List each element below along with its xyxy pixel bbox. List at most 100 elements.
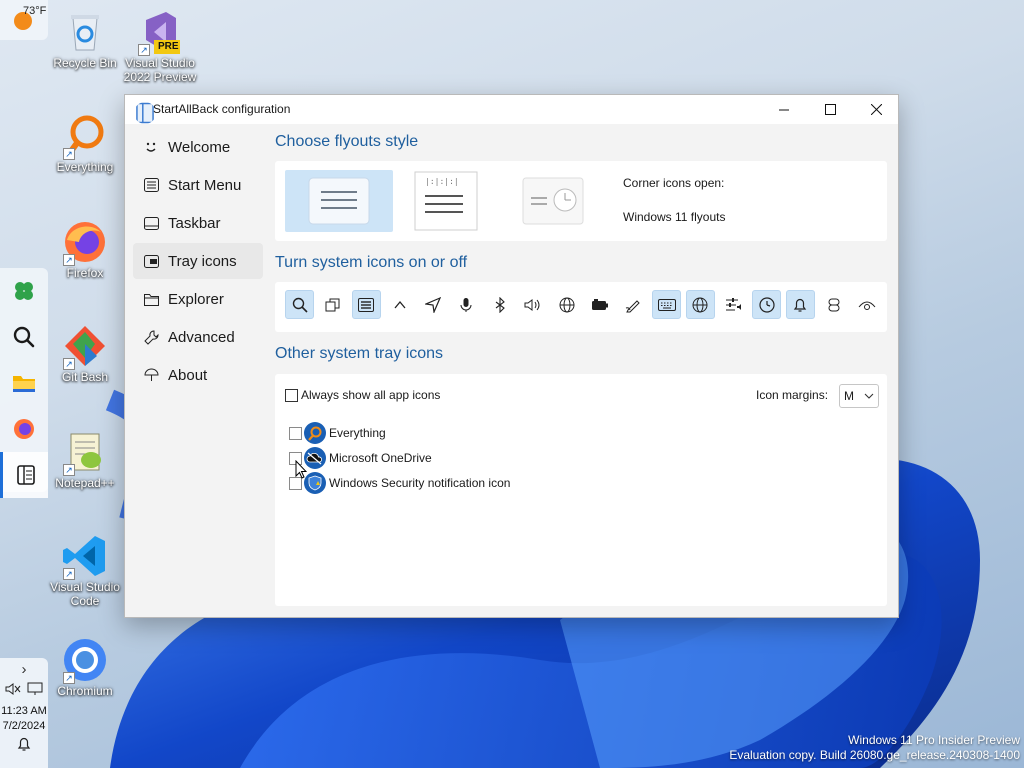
tray-app-row-everything[interactable]: Everything — [289, 422, 386, 444]
task-view-icon — [325, 298, 340, 311]
flyouts-heading: Choose flyouts style — [275, 133, 419, 150]
desktop-icon-firefox[interactable]: ↗ Firefox — [45, 218, 125, 280]
desktop-icon-label: Visual Studio 2022 Preview — [123, 56, 197, 84]
watermark-edition: Windows 11 Pro Insider Preview — [848, 733, 1020, 747]
toggle-task-view[interactable] — [318, 290, 347, 319]
desktop-icon-label: Notepad++ — [55, 476, 115, 490]
desktop-icon-label: Firefox — [66, 266, 104, 280]
firefox-icon: ↗ — [61, 218, 109, 266]
nav-item-tray-icons[interactable]: Tray icons — [133, 243, 263, 279]
flyout-style-windows10[interactable]: |:|:|:| — [393, 170, 501, 232]
flyout-preview-windows7-icon — [522, 177, 584, 225]
maximize-button[interactable] — [807, 95, 853, 124]
watermark-build: Evaluation copy. Build 26080.ge_release.… — [729, 748, 1020, 762]
file-explorer-button[interactable] — [0, 360, 48, 406]
desktop-icon-vscode[interactable]: ↗ Visual Studio Code — [45, 532, 125, 608]
minimize-button[interactable] — [761, 95, 807, 124]
desktop-icon-git-bash[interactable]: ↗ Git Bash — [45, 322, 125, 384]
umbrella-icon — [143, 367, 159, 383]
always-show-label: Always show all app icons — [301, 388, 441, 402]
flyout-style-windows11[interactable] — [285, 170, 393, 232]
toggle-battery[interactable] — [586, 290, 615, 319]
notification-bell-icon[interactable] — [16, 736, 32, 752]
desktop-icon-label: Visual Studio Code — [50, 580, 120, 608]
nav-item-taskbar[interactable]: Taskbar — [133, 205, 263, 241]
mouse-cursor-icon — [295, 460, 307, 479]
nav-item-label: Tray icons — [168, 252, 237, 270]
window-title: StartAllBack configuration — [153, 102, 291, 116]
nav-item-start-menu[interactable]: Start Menu — [133, 167, 263, 203]
flyout-style-windows7[interactable] — [501, 170, 609, 232]
toggle-microphone[interactable] — [452, 290, 481, 319]
flyout-preview-windows11-icon — [308, 177, 370, 225]
icon-margins-label: Icon margins: — [756, 388, 829, 402]
toggle-touch-keyboard[interactable] — [652, 290, 682, 319]
system-icons-panel — [275, 282, 887, 332]
close-button[interactable] — [853, 95, 899, 124]
keyboard-icon — [657, 298, 676, 311]
weather-widget[interactable]: 73°F — [0, 0, 48, 40]
tray-icon — [143, 253, 159, 269]
nav-item-welcome[interactable]: Welcome — [133, 129, 263, 165]
toggle-bluetooth[interactable] — [485, 290, 514, 319]
show-hidden-icons-chevron[interactable]: › — [0, 661, 48, 678]
widgets-icon — [358, 297, 375, 312]
title-bar[interactable]: StartAllBack configuration — [125, 95, 898, 124]
nav-item-label: Welcome — [168, 138, 231, 156]
corner-icons-value: Windows 11 flyouts — [623, 210, 726, 224]
toggle-widgets[interactable] — [351, 290, 381, 319]
toggle-clock[interactable] — [752, 290, 782, 319]
clock-date[interactable]: 7/2/2024 — [0, 720, 48, 732]
toggle-search[interactable] — [285, 290, 314, 319]
startallback-icon — [16, 465, 35, 485]
firefox-icon — [14, 419, 34, 439]
startallback-config-window: StartAllBack configuration Welcome Start… — [124, 94, 899, 618]
startallback-taskbar-button[interactable] — [0, 452, 48, 498]
desktop-icon-label: Git Bash — [61, 370, 109, 384]
toggle-network[interactable] — [552, 290, 581, 319]
toggle-eye[interactable] — [853, 290, 882, 319]
location-arrow-icon — [425, 296, 442, 313]
toggle-copilot[interactable] — [819, 290, 848, 319]
toggle-notifications[interactable] — [785, 290, 815, 319]
icon-margins-select[interactable]: M — [839, 384, 879, 408]
shortcut-arrow-icon: ↗ — [63, 568, 75, 580]
smiley-icon — [143, 139, 159, 155]
desktop-icon-chromium[interactable]: ↗ Chromium — [45, 636, 125, 698]
close-icon — [870, 104, 882, 115]
toggle-volume[interactable] — [519, 290, 548, 319]
toggle-pen[interactable] — [619, 290, 648, 319]
nav-item-about[interactable]: About — [133, 357, 263, 393]
toggle-overflow-chevron[interactable] — [385, 290, 414, 319]
folder-icon — [13, 376, 35, 392]
git-bash-icon: ↗ — [61, 322, 109, 370]
tray-app-checkbox[interactable] — [289, 426, 302, 440]
toggle-location[interactable] — [419, 290, 448, 319]
bluetooth-icon — [495, 296, 505, 313]
desktop-icon-visual-studio[interactable]: ↗ PRE Visual Studio 2022 Preview — [120, 8, 200, 84]
always-show-checkbox[interactable] — [285, 388, 298, 402]
toggle-language[interactable] — [685, 290, 715, 319]
desktop-icon-label: Everything — [56, 160, 114, 174]
tray-app-row-windows-security[interactable]: Windows Security notification icon — [289, 472, 510, 494]
everything-icon: ↗ — [61, 112, 109, 160]
tray-app-row-onedrive[interactable]: Microsoft OneDrive — [289, 447, 432, 469]
desktop-icon-notepad-plus-plus[interactable]: ↗ Notepad++ — [45, 428, 125, 490]
always-show-row[interactable]: Always show all app icons — [285, 388, 440, 402]
desktop-icon-everything[interactable]: ↗ Everything — [45, 112, 125, 174]
nav-item-advanced[interactable]: Advanced — [133, 319, 263, 355]
tray-status-icons[interactable] — [0, 682, 48, 698]
desktop-icon-recycle-bin[interactable]: Recycle Bin — [45, 8, 125, 70]
chevron-up-icon — [394, 300, 406, 308]
firefox-taskbar-button[interactable] — [0, 406, 48, 452]
clock-time[interactable]: 11:23 AM — [0, 705, 48, 717]
visual-studio-icon: ↗ PRE — [136, 8, 184, 56]
system-icons-heading: Turn system icons on or off — [275, 254, 468, 271]
toggle-mixer[interactable] — [719, 290, 748, 319]
nav-item-label: Advanced — [168, 328, 235, 346]
maximize-icon — [824, 104, 836, 115]
nav-item-explorer[interactable]: Explorer — [133, 281, 263, 317]
search-button[interactable] — [0, 314, 48, 360]
start-button[interactable] — [0, 268, 48, 314]
clock-icon — [759, 296, 775, 313]
